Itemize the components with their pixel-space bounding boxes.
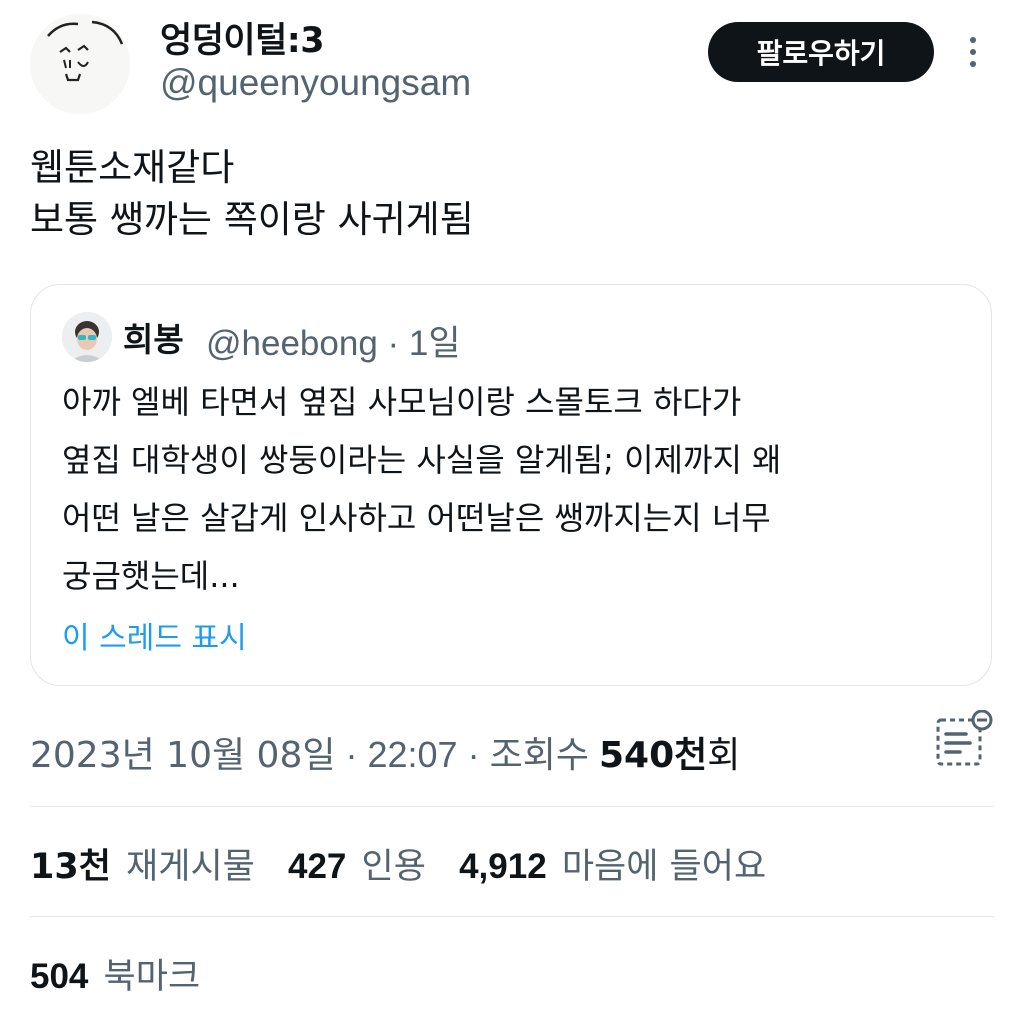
bookmarks-count: 504 — [30, 957, 89, 996]
reposts-stat[interactable]: 13천 재게시물 — [30, 838, 255, 889]
views-count: 540천 — [598, 735, 708, 776]
follow-button[interactable]: 팔로우하기 — [708, 22, 934, 82]
author-avatar[interactable] — [30, 14, 130, 114]
views-unit: 회 — [707, 735, 741, 776]
quoted-line: 아까 엘베 타면서 옆집 사모님이랑 스몰토크 하다가 — [62, 383, 742, 421]
quoted-tweet-text: 아까 엘베 타면서 옆집 사모님이랑 스몰토크 하다가 옆집 대학생이 쌍둥이라… — [62, 373, 782, 605]
reposts-count: 13천 — [30, 847, 111, 887]
views-label: 조회수 — [489, 735, 589, 776]
tweet-timestamp: 2023년 10월 08일 · 22:07 · 조회수 540천회 — [30, 726, 740, 778]
quoted-tweet-card[interactable]: 희봉 @heebong · 1일 아까 엘베 타면서 옆집 사모님이랑 스몰토크… — [30, 284, 992, 686]
more-vertical-icon[interactable] — [958, 32, 988, 72]
author-display-name[interactable]: 엉덩이털:3 — [160, 12, 325, 63]
quoted-author-name[interactable]: 희봉 — [123, 313, 184, 361]
doodle-face-avatar — [30, 14, 130, 114]
quotes-count: 427 — [288, 847, 347, 886]
person-photo-avatar — [62, 312, 112, 362]
quoted-line: 어떤 날은 살갑게 인사하고 어떤날은 쌩까지는지 너무 — [62, 499, 771, 537]
quoted-line: 궁금햇는데... — [62, 557, 240, 595]
bookmarks-label: 북마크 — [103, 957, 201, 997]
divider — [30, 806, 994, 807]
tweet-date[interactable]: 2023년 10월 08일 — [30, 735, 335, 776]
likes-stat[interactable]: 4,912 마음에 들어요 — [459, 838, 766, 889]
show-thread-link[interactable]: 이 스레드 표시 — [62, 613, 247, 657]
quoted-line: 옆집 대학생이 쌍둥이라는 사실을 알게됨; 이제까지 왜 — [62, 441, 782, 479]
bookmarks-stat[interactable]: 504 북마크 — [30, 948, 200, 999]
quoted-author-meta: @heebong · 1일 — [206, 324, 461, 363]
likes-label: 마음에 들어요 — [561, 847, 767, 887]
likes-count: 4,912 — [459, 847, 547, 886]
quotes-stat[interactable]: 427 인용 — [288, 838, 426, 889]
analytics-icon[interactable] — [930, 709, 996, 770]
reposts-label: 재게시물 — [126, 847, 255, 887]
divider — [30, 916, 994, 917]
tweet-line: 웹툰소재같다 — [30, 146, 235, 189]
tweet-text: 웹툰소재같다 보통 쌩까는 쪽이랑 사귀게됨 — [30, 142, 474, 246]
author-handle[interactable]: @queenyoungsam — [160, 62, 471, 104]
engagement-stats: 13천 재게시물 427 인용 4,912 마음에 들어요 — [30, 838, 788, 889]
quotes-label: 인용 — [361, 847, 426, 887]
quoted-author-avatar[interactable] — [62, 312, 112, 362]
tweet-time: · 22:07 · — [345, 734, 480, 775]
tweet-line: 보통 쌩까는 쪽이랑 사귀게됨 — [30, 198, 474, 241]
